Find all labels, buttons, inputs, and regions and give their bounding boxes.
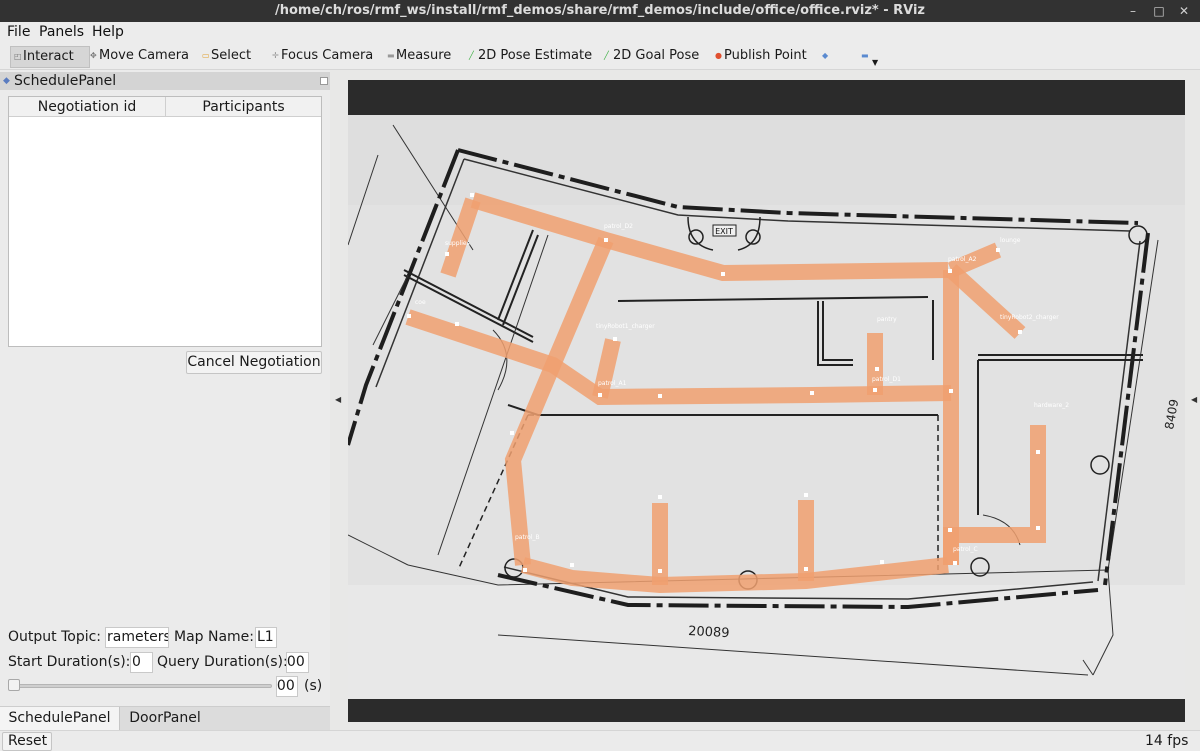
select-tool[interactable]: ▭Select: [199, 46, 254, 68]
interact-tool[interactable]: ◰Interact: [10, 46, 90, 68]
move-camera-tool[interactable]: ✥ Move Camera: [87, 46, 192, 68]
window-title: /home/ch/ros/rmf_ws/install/rmf_demos/sh…: [274, 3, 926, 18]
collapse-right-arrow-icon[interactable]: ◀: [1191, 395, 1197, 404]
select-label: Select: [211, 48, 252, 63]
publish-point-label: Publish Point: [724, 48, 807, 63]
tab-door-panel[interactable]: DoorPanel: [120, 707, 210, 731]
tool-dropdown-button[interactable]: ▬▼: [858, 46, 881, 68]
goal-pose-tool[interactable]: ╱ 2D Goal Pose: [601, 46, 702, 68]
waypoint-label: patrol_D2: [604, 223, 633, 230]
pose-estimate-label: 2D Pose Estimate: [478, 48, 593, 63]
query-duration-input[interactable]: 600: [286, 652, 309, 673]
map-svg[interactable]: EXIT supplies patrol_D2 lounge patrol_A2…: [348, 115, 1185, 699]
query-duration-label: Query Duration(s):: [157, 654, 288, 670]
exit-sign: EXIT: [715, 227, 733, 236]
cancel-negotiation-button[interactable]: Cancel Negotiation: [186, 351, 322, 374]
diamond-icon: ◆: [822, 51, 829, 60]
waypoint-label: tinyRobot1_charger: [596, 323, 655, 330]
dimension-bottom: 20089: [688, 624, 730, 641]
waypoint-label: patrol_B: [515, 534, 540, 541]
publish-point-tool[interactable]: ● Publish Point: [712, 46, 810, 68]
toolbar: ◰Interact ✥ Move Camera ▭Select ✛ Focus Ca…: [0, 44, 1200, 70]
render-viewport[interactable]: EXIT supplies patrol_D2 lounge patrol_A2…: [348, 80, 1185, 722]
reset-button[interactable]: Reset: [2, 732, 52, 751]
waypoint-label: tinyRobot2_charger: [1000, 314, 1059, 321]
schedule-panel: ◆ SchedulePanel Negotiation id Participa…: [0, 70, 330, 731]
waypoint-label: patrol_D1: [872, 376, 901, 383]
measure-label: Measure: [396, 48, 452, 63]
waypoint-label: hardware_2: [1034, 402, 1069, 409]
move-camera-icon: ✥: [90, 51, 97, 60]
focus-camera-icon: ✛: [272, 51, 279, 60]
maximize-button[interactable]: □: [1152, 4, 1166, 18]
menu-help[interactable]: Help: [92, 24, 124, 40]
panel-header: ◆ SchedulePanel: [0, 72, 330, 90]
column-negotiation-id[interactable]: Negotiation id: [9, 97, 166, 117]
interact-icon: ◰: [14, 52, 22, 61]
publish-point-icon: ●: [715, 51, 722, 60]
menu-bar: File Panels Help: [0, 22, 1200, 44]
duration-slider-handle[interactable]: [8, 679, 20, 691]
waypoint-label: pantry: [877, 316, 897, 323]
pose-estimate-tool[interactable]: ╱ 2D Pose Estimate: [466, 46, 595, 68]
slider-value-input[interactable]: 600: [276, 676, 298, 697]
title-bar: /home/ch/ros/rmf_ws/install/rmf_demos/sh…: [0, 0, 1200, 22]
slider-unit-label: (s): [304, 678, 323, 694]
waypoint-label: patrol_A1: [598, 380, 627, 387]
minimize-button[interactable]: –: [1126, 4, 1140, 18]
duration-slider-track[interactable]: [12, 684, 272, 688]
start-duration-input[interactable]: 0: [130, 652, 153, 673]
map-name-label: Map Name:: [174, 629, 255, 645]
extra-tool-button[interactable]: ◆: [819, 46, 834, 68]
waypoint-label: supplies: [445, 240, 470, 247]
waypoint-label: coe: [415, 299, 426, 306]
focus-camera-tool[interactable]: ✛ Focus Camera: [269, 46, 376, 68]
move-camera-label: Move Camera: [99, 48, 190, 63]
menu-panels[interactable]: Panels: [39, 24, 84, 40]
fps-readout: 14 fps: [1145, 733, 1189, 749]
output-topic-input[interactable]: rameters: [105, 627, 169, 648]
waypoint-label: patrol_A2: [948, 256, 977, 263]
output-topic-label: Output Topic:: [8, 629, 102, 645]
start-duration-label: Start Duration(s):: [8, 654, 131, 670]
menu-file[interactable]: File: [7, 24, 30, 40]
status-bar: Reset 14 fps: [0, 730, 1200, 751]
minus-icon: ▬: [861, 51, 869, 60]
panel-title: SchedulePanel: [14, 73, 117, 89]
measure-icon: ▬: [387, 51, 395, 60]
column-participants[interactable]: Participants: [166, 97, 321, 117]
goal-arrow-icon: ╱: [604, 51, 609, 60]
map-name-input[interactable]: L1: [255, 627, 277, 648]
negotiation-table[interactable]: Negotiation id Participants: [8, 96, 322, 347]
collapse-left-arrow-icon[interactable]: ◀: [335, 395, 341, 404]
goal-pose-label: 2D Goal Pose: [613, 48, 700, 63]
panel-tabs: SchedulePanel DoorPanel: [0, 706, 330, 731]
interact-label: Interact: [23, 49, 74, 64]
pose-arrow-icon: ╱: [469, 51, 474, 60]
waypoint-label: patrol_C: [953, 546, 978, 553]
close-button[interactable]: ✕: [1177, 4, 1191, 18]
waypoint-label: lounge: [1000, 237, 1021, 244]
select-icon: ▭: [202, 51, 210, 60]
office-map[interactable]: EXIT supplies patrol_D2 lounge patrol_A2…: [348, 115, 1185, 699]
tab-schedule-panel[interactable]: SchedulePanel: [0, 707, 120, 731]
panel-diamond-icon: ◆: [3, 76, 10, 86]
focus-camera-label: Focus Camera: [281, 48, 374, 63]
panel-float-button[interactable]: [320, 77, 328, 85]
measure-tool[interactable]: ▬Measure: [384, 46, 454, 68]
chevron-down-icon: ▼: [872, 58, 879, 67]
